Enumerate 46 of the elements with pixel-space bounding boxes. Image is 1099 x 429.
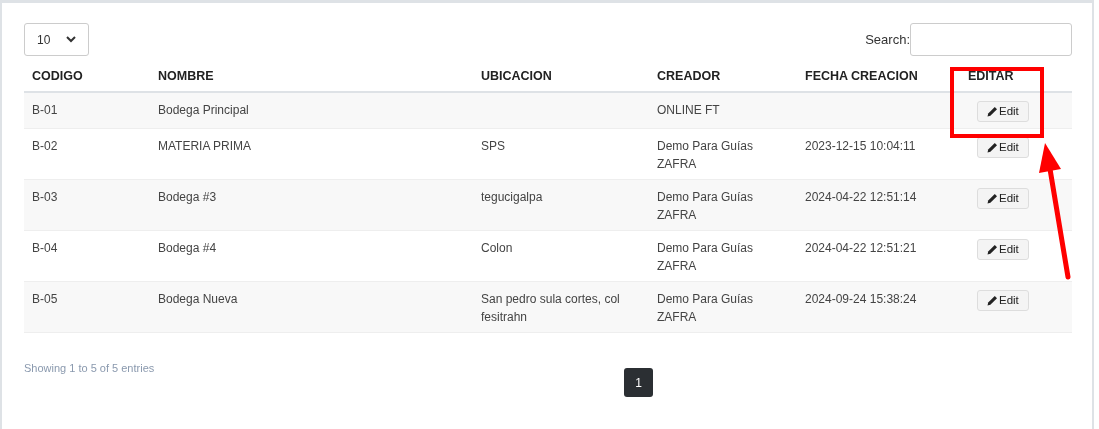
column-header: FECHA CREACION	[797, 58, 960, 92]
table-cell: San pedro sula cortes, col fesitrahn	[481, 292, 620, 325]
pencil-icon	[987, 295, 998, 307]
edit-button[interactable]: Edit	[977, 239, 1029, 261]
table-cell: tegucigalpa	[481, 190, 543, 205]
page-button[interactable]: 1	[624, 368, 653, 398]
table-cell: B-05	[32, 292, 58, 307]
chevron-down-icon	[66, 36, 76, 43]
column-header: CODIGO	[24, 58, 150, 92]
table-cell: SPS	[481, 139, 505, 154]
table-cell: Bodega #3	[158, 190, 217, 205]
table-cell: Colon	[481, 241, 513, 256]
column-header: EDITAR	[960, 58, 1072, 92]
table-cell: MATERIA PRIMA	[158, 139, 252, 154]
table-cell: B-03	[32, 190, 58, 205]
table-cell: Bodega Principal	[158, 102, 249, 117]
page-length-select[interactable]: 10	[24, 23, 89, 56]
column-header: UBICACION	[473, 58, 649, 92]
table-cell: 2023-12-15 10:04:11	[805, 139, 916, 154]
pencil-icon	[987, 244, 998, 256]
table-cell: ONLINE FT	[657, 102, 720, 117]
column-header: NOMBRE	[150, 58, 473, 92]
table-cell: Demo Para Guías ZAFRA	[657, 139, 754, 172]
pencil-icon	[987, 142, 998, 154]
table-cell: Bodega #4	[158, 241, 217, 256]
table-cell: B-04	[32, 241, 58, 256]
edit-button[interactable]: Edit	[977, 188, 1029, 210]
search-field[interactable]	[910, 23, 1072, 56]
table-cell: Demo Para Guías ZAFRA	[657, 292, 754, 325]
table-cell: 2024-09-24 15:38:24	[805, 292, 917, 307]
pencil-icon	[987, 193, 998, 205]
pencil-icon	[987, 105, 998, 117]
column-header: CREADOR	[649, 58, 797, 92]
search-label: Search:	[865, 30, 910, 49]
table-cell: B-01	[32, 102, 58, 117]
table-cell: B-02	[32, 139, 58, 154]
edit-button[interactable]: Edit	[977, 100, 1029, 122]
table-cell: Demo Para Guías ZAFRA	[657, 190, 754, 223]
table-cell: 2024-04-22 12:51:14	[805, 190, 917, 205]
edit-button[interactable]: Edit	[977, 137, 1029, 159]
table-cell: Bodega Nueva	[158, 292, 238, 307]
entries-info: Showing 1 to 5 of 5 entries	[24, 361, 156, 377]
table-cell: 2024-04-22 12:51:21	[805, 241, 917, 256]
select-value: 10	[37, 31, 51, 49]
edit-button[interactable]: Edit	[977, 290, 1029, 312]
table-cell: Demo Para Guías ZAFRA	[657, 241, 754, 274]
